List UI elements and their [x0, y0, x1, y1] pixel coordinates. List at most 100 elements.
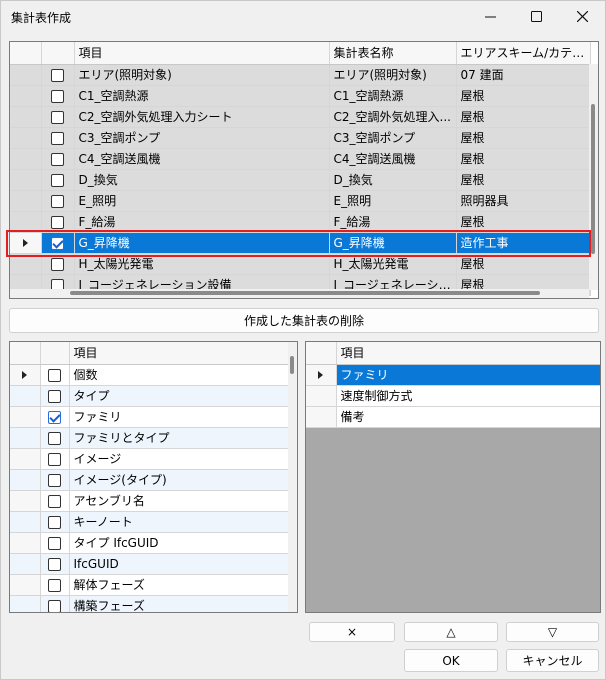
cell-category[interactable]: 屋根 — [456, 169, 591, 191]
cell-field-label[interactable]: イメージ — [69, 448, 289, 470]
checkbox-icon[interactable] — [48, 431, 61, 445]
row-checkbox-cell[interactable] — [40, 595, 70, 612]
column-header-item[interactable]: 項目 — [69, 342, 289, 365]
cell-item[interactable]: エリア(照明対象) — [74, 64, 330, 86]
row-header[interactable] — [10, 85, 42, 107]
row-checkbox-cell[interactable] — [41, 148, 75, 170]
remove-field-button[interactable]: × — [309, 622, 395, 642]
row-header[interactable] — [10, 553, 41, 575]
row-header[interactable] — [10, 490, 41, 512]
cell-field-label[interactable]: イメージ(タイプ) — [69, 469, 289, 491]
cell-field-label[interactable]: 個数 — [69, 364, 289, 386]
scroll-thumb[interactable] — [290, 356, 294, 374]
row-checkbox-cell[interactable] — [41, 211, 75, 233]
cell-field-label[interactable]: アセンブリ名 — [69, 490, 289, 512]
cell-schedule-name[interactable]: C1_空調熱源 — [329, 85, 457, 107]
checkbox-icon[interactable] — [48, 452, 61, 466]
cell-field-label[interactable]: 備考 — [336, 406, 600, 428]
checkbox-icon[interactable] — [51, 152, 64, 166]
cell-item[interactable]: D_換気 — [74, 169, 330, 191]
checkbox-icon[interactable] — [51, 173, 64, 187]
minimize-button[interactable] — [467, 1, 513, 31]
row-header[interactable] — [306, 406, 337, 428]
field-row[interactable]: イメージ — [10, 448, 289, 470]
cell-item[interactable]: C3_空調ポンプ — [74, 127, 330, 149]
selected-field-row[interactable]: ファミリ — [306, 364, 600, 386]
checkbox-icon[interactable] — [51, 89, 64, 103]
checkbox-icon[interactable] — [48, 389, 61, 403]
row-header[interactable] — [10, 448, 41, 470]
row-header[interactable] — [10, 127, 42, 149]
row-checkbox-cell[interactable] — [40, 574, 70, 596]
field-row[interactable]: タイプ IfcGUID — [10, 532, 289, 554]
cell-item[interactable]: G_昇降機 — [74, 232, 330, 254]
field-row[interactable]: タイプ — [10, 385, 289, 407]
column-header-area-scheme[interactable]: エリアスキーム/カテゴリ — [456, 42, 591, 65]
field-row[interactable]: IfcGUID — [10, 553, 289, 575]
row-header[interactable] — [10, 148, 42, 170]
check-column-header[interactable] — [40, 342, 70, 365]
cell-schedule-name[interactable]: エリア(照明対象) — [329, 64, 457, 86]
cell-field-label[interactable]: タイプ IfcGUID — [69, 532, 289, 554]
cell-field-label[interactable]: 解体フェーズ — [69, 574, 289, 596]
checkbox-icon[interactable] — [48, 557, 61, 571]
checkbox-icon[interactable] — [51, 257, 64, 271]
cell-schedule-name[interactable]: D_換気 — [329, 169, 457, 191]
checkbox-icon[interactable] — [51, 68, 64, 82]
column-header-item[interactable]: 項目 — [336, 342, 600, 365]
checkbox-icon[interactable] — [48, 473, 61, 487]
schedule-row[interactable]: C2_空調外気処理入力シート C2_空調外気処理入... 屋根 — [10, 106, 591, 128]
cell-category[interactable]: 照明器具 — [456, 190, 591, 212]
field-row[interactable]: 構築フェーズ — [10, 595, 289, 612]
row-header[interactable] — [10, 64, 42, 86]
row-checkbox-cell[interactable] — [40, 511, 70, 533]
checkbox-checked-icon[interactable] — [48, 410, 61, 424]
row-checkbox-cell[interactable] — [41, 64, 75, 86]
row-header[interactable] — [10, 511, 41, 533]
checkbox-checked-icon[interactable] — [51, 236, 64, 250]
row-checkbox-cell[interactable] — [41, 190, 75, 212]
row-checkbox-cell[interactable] — [40, 427, 70, 449]
schedule-row[interactable]: C3_空調ポンプ C3_空調ポンプ 屋根 — [10, 127, 591, 149]
row-header[interactable] — [10, 532, 41, 554]
checkbox-icon[interactable] — [48, 494, 61, 508]
schedule-row[interactable]: C4_空調送風機 C4_空調送風機 屋根 — [10, 148, 591, 170]
row-header[interactable] — [10, 406, 41, 428]
cell-schedule-name[interactable]: C3_空調ポンプ — [329, 127, 457, 149]
cell-schedule-name[interactable]: C4_空調送風機 — [329, 148, 457, 170]
schedule-row[interactable]: H_太陽光発電 H_太陽光発電 屋根 — [10, 253, 591, 275]
cell-field-label[interactable]: 速度制御方式 — [336, 385, 600, 407]
scroll-thumb[interactable] — [591, 104, 595, 254]
maximize-button[interactable] — [513, 1, 559, 31]
cell-field-label[interactable]: IfcGUID — [69, 553, 289, 575]
column-header-schedule-name[interactable]: 集計表名称 — [329, 42, 457, 65]
row-checkbox-cell[interactable] — [40, 490, 70, 512]
row-header[interactable] — [10, 106, 42, 128]
row-header[interactable] — [10, 385, 41, 407]
cell-schedule-name[interactable]: F_給湯 — [329, 211, 457, 233]
schedule-row[interactable]: エリア(照明対象) エリア(照明対象) 07 建面 — [10, 64, 591, 86]
scroll-thumb[interactable] — [70, 291, 540, 295]
close-button[interactable] — [559, 1, 605, 31]
row-header[interactable] — [10, 574, 41, 596]
row-checkbox-cell[interactable] — [40, 406, 70, 428]
selected-field-row[interactable]: 備考 — [306, 406, 600, 428]
cell-category[interactable]: 屋根 — [456, 211, 591, 233]
checkbox-icon[interactable] — [51, 215, 64, 229]
checkbox-icon[interactable] — [51, 194, 64, 208]
cell-category[interactable]: 屋根 — [456, 106, 591, 128]
field-row[interactable]: ファミリ — [10, 406, 289, 428]
cell-item[interactable]: C2_空調外気処理入力シート — [74, 106, 330, 128]
row-checkbox-cell[interactable] — [41, 85, 75, 107]
schedule-row[interactable]: D_換気 D_換気 屋根 — [10, 169, 591, 191]
cell-schedule-name[interactable]: G_昇降機 — [329, 232, 457, 254]
row-checkbox-cell[interactable] — [40, 532, 70, 554]
cell-item[interactable]: C1_空調熱源 — [74, 85, 330, 107]
schedule-row[interactable]: G_昇降機 G_昇降機 造作工事 — [10, 232, 591, 254]
delete-schedule-button[interactable]: 作成した集計表の削除 — [9, 308, 599, 333]
cell-field-label[interactable]: 構築フェーズ — [69, 595, 289, 612]
field-row[interactable]: 個数 — [10, 364, 289, 386]
cell-field-label[interactable]: タイプ — [69, 385, 289, 407]
cell-schedule-name[interactable]: C2_空調外気処理入... — [329, 106, 457, 128]
field-row[interactable]: イメージ(タイプ) — [10, 469, 289, 491]
